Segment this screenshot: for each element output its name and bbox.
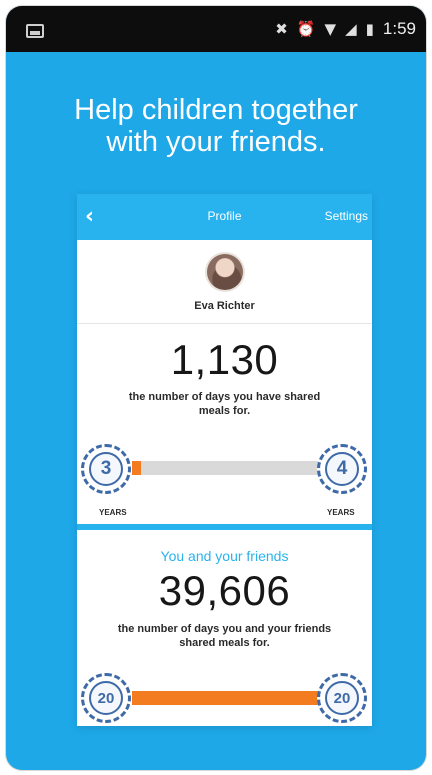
friends-title: You and your friends [160, 548, 289, 564]
mute-icon: ✖ [275, 20, 288, 38]
friends-days-count: 39,606 [158, 567, 291, 614]
status-bar: ✖ ⏰ ▼ ◢ ▮ 1:59 [6, 6, 426, 52]
personal-caption: the number of days you have shared meals… [77, 390, 372, 418]
battery-icon: ▮ [365, 20, 374, 38]
friends-progress-fill [132, 691, 318, 705]
friends-caption-line-1: the number of days you and your friends [117, 623, 332, 635]
divider [77, 323, 372, 324]
alarm-icon: ⏰ [296, 20, 316, 38]
image-icon [26, 24, 44, 38]
badge-right-value: 4 [325, 452, 359, 486]
settings-button[interactable]: Settings [325, 209, 368, 223]
page-headline: Help children together with your friends… [6, 94, 426, 158]
headline-line-2: with your friends. [106, 126, 326, 158]
signal-icon: ◢ [345, 20, 357, 38]
personal-days-count: 1,130 [170, 336, 279, 383]
headline-line-1: Help children together [74, 94, 358, 126]
friends-progress-track [132, 691, 318, 705]
years-label-left: YEARS [99, 508, 127, 517]
badge-right: 4 [317, 444, 367, 494]
badge-left: 3 [81, 444, 131, 494]
years-label-right: YEARS [327, 508, 355, 517]
badge-left-value: 3 [89, 452, 123, 486]
badge-friends-left-value: 20 [89, 681, 123, 715]
section-divider [77, 524, 372, 530]
personal-caption-line-1: the number of days you have shared [128, 391, 321, 403]
profile-card: ‹ Profile Settings Eva Richter 1,130 the… [77, 194, 372, 726]
avatar[interactable] [207, 254, 243, 290]
profile-name: Eva Richter [194, 300, 255, 312]
phone-frame: ✖ ⏰ ▼ ◢ ▮ 1:59 Help children together wi… [6, 6, 426, 770]
friends-caption-line-2: shared meals for. [179, 637, 270, 649]
personal-progress-track [132, 461, 318, 475]
personal-caption-line-2: meals for. [198, 405, 251, 417]
badge-friends-right-value: 20 [325, 681, 359, 715]
friends-caption: the number of days you and your friends … [77, 622, 372, 650]
personal-progress-fill [132, 461, 142, 475]
status-time: 1:59 [382, 19, 416, 38]
status-icons: ✖ ⏰ ▼ ◢ ▮ 1:59 [275, 19, 416, 39]
card-navigation-bar: ‹ Profile Settings [77, 194, 372, 240]
wifi-icon: ▼ [324, 20, 337, 38]
badge-friends-right: 20 [317, 673, 367, 723]
badge-friends-left: 20 [81, 673, 131, 723]
